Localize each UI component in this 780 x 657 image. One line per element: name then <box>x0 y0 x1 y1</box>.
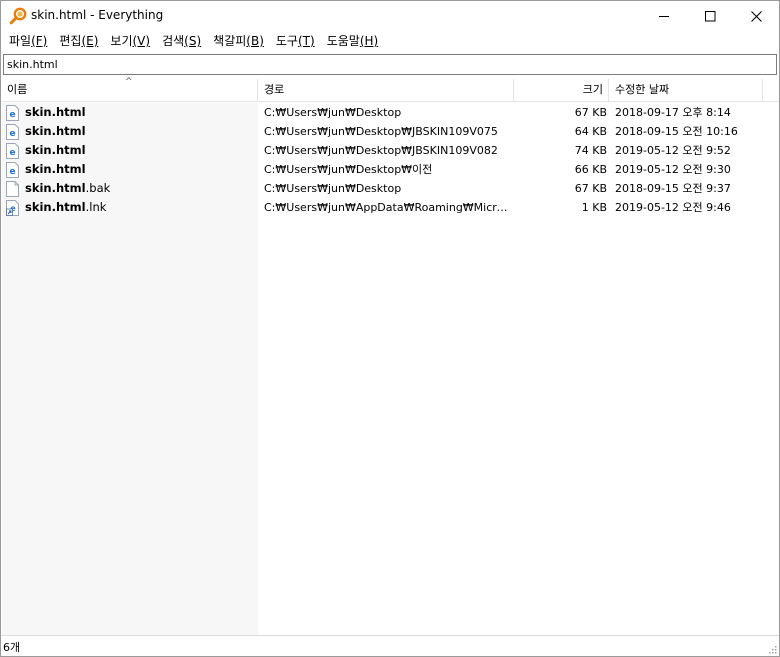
menu-view-label: 보기 <box>110 34 133 48</box>
table-row[interactable]: e skin.html C:₩Users₩jun₩Desktop 67 KB 2… <box>2 103 779 122</box>
results-list[interactable]: e skin.html C:₩Users₩jun₩Desktop 67 KB 2… <box>2 103 779 635</box>
html-file-icon: e <box>6 104 19 121</box>
result-count: 6개 <box>3 641 21 654</box>
file-path-cell: C:₩Users₩jun₩Desktop <box>264 182 402 195</box>
menu-search[interactable]: 검색(S) <box>156 32 207 51</box>
window-title: skin.html - Everything <box>31 8 164 22</box>
menu-edit-key: (E) <box>81 34 99 48</box>
html-file-icon: e <box>6 161 19 178</box>
file-date-cell: 2018-09-17 오후 8:14 <box>615 106 731 119</box>
column-header-size-label: 크기 <box>582 83 603 96</box>
file-name-cell: e skin.html <box>6 141 256 160</box>
file-name-match: skin.html <box>25 105 86 119</box>
menu-file-label: 파일 <box>9 34 32 48</box>
svg-text:e: e <box>9 167 15 177</box>
column-header-path[interactable]: 경로 <box>258 79 514 101</box>
file-date-cell: 2019-05-12 오전 9:52 <box>615 144 731 157</box>
file-path-cell: C:₩Users₩jun₩Desktop₩JBSKIN109V075 <box>264 125 498 138</box>
file-size-cell: 67 KB <box>574 182 607 195</box>
file-name-cell: e skin.html.lnk <box>6 198 256 217</box>
close-button[interactable] <box>733 1 779 31</box>
file-name-match: skin.html <box>25 124 86 138</box>
column-header-date[interactable]: 수정한 날짜 <box>609 79 763 101</box>
svg-text:e: e <box>9 129 15 139</box>
magnifier-app-icon <box>9 7 27 25</box>
menu-tools-label: 도구 <box>275 34 298 48</box>
search-box <box>3 54 777 75</box>
menu-view-key: (V) <box>132 34 151 48</box>
column-header-name-label: 이름 <box>7 83 28 96</box>
svg-text:e: e <box>9 110 15 120</box>
file-name-cell: e skin.html <box>6 160 256 179</box>
search-input[interactable] <box>4 55 776 74</box>
maximize-icon <box>704 10 715 21</box>
column-header-path-label: 경로 <box>264 83 285 96</box>
minimize-icon <box>658 15 669 17</box>
menu-help[interactable]: 도움말(H) <box>321 32 385 51</box>
file-path-cell: C:₩Users₩jun₩AppData₩Roaming₩Microso... <box>264 201 514 214</box>
column-header-date-label: 수정한 날짜 <box>615 83 670 96</box>
file-size-cell: 67 KB <box>574 106 607 119</box>
everything-window: skin.html - Everything 파일(F) 편집(E) 보기(V)… <box>0 0 780 657</box>
file-name-rest: .lnk <box>85 200 107 214</box>
file-size-cell: 64 KB <box>574 125 607 138</box>
table-row[interactable]: e skin.html C:₩Users₩jun₩Desktop₩JBSKIN1… <box>2 122 779 141</box>
file-date-cell: 2018-09-15 오전 9:37 <box>615 182 731 195</box>
menu-tools-key: (T) <box>297 34 315 48</box>
file-name-match: skin.html <box>25 181 86 195</box>
minimize-button[interactable] <box>641 1 687 31</box>
resize-grip-icon[interactable] <box>767 644 777 654</box>
file-size-cell: 74 KB <box>574 144 607 157</box>
close-icon <box>750 10 762 22</box>
svg-text:e: e <box>9 148 15 158</box>
table-row[interactable]: skin.html.bak C:₩Users₩jun₩Desktop 67 KB… <box>2 179 779 198</box>
file-name-cell: skin.html.bak <box>6 179 256 198</box>
menu-file[interactable]: 파일(F) <box>3 32 53 51</box>
column-header-name[interactable]: 이름 ^ <box>2 77 258 101</box>
menu-search-label: 검색 <box>162 34 185 48</box>
menu-help-label: 도움말 <box>326 34 360 48</box>
table-row[interactable]: e skin.html.lnk C:₩Users₩jun₩AppData₩Roa… <box>2 198 779 217</box>
title-bar[interactable]: skin.html - Everything <box>1 1 779 31</box>
menu-bookmarks-label: 책갈피 <box>213 34 247 48</box>
file-name-cell: e skin.html <box>6 122 256 141</box>
file-name-match: skin.html <box>25 200 86 214</box>
file-name-rest: .bak <box>85 181 111 195</box>
column-header: 이름 ^ 경로 크기 수정한 날짜 <box>2 77 779 102</box>
sort-ascending-icon: ^ <box>125 77 133 87</box>
menu-view[interactable]: 보기(V) <box>104 32 156 51</box>
file-size-cell: 1 KB <box>581 201 607 214</box>
menu-help-key: (H) <box>359 34 379 48</box>
menu-search-key: (S) <box>184 34 202 48</box>
file-path-cell: C:₩Users₩jun₩Desktop₩이전 <box>264 163 433 176</box>
file-date-cell: 2018-09-15 오전 10:16 <box>615 125 738 138</box>
html-file-icon: e <box>6 123 19 140</box>
table-row[interactable]: e skin.html C:₩Users₩jun₩Desktop₩JBSKIN1… <box>2 141 779 160</box>
html-file-icon: e <box>6 142 19 159</box>
file-name-match: skin.html <box>25 143 86 157</box>
column-header-size[interactable]: 크기 <box>514 79 609 101</box>
blank-file-icon <box>6 180 19 197</box>
shortcut-file-icon: e <box>6 199 19 216</box>
file-name-match: skin.html <box>25 162 86 176</box>
file-size-cell: 66 KB <box>574 163 607 176</box>
file-path-cell: C:₩Users₩jun₩Desktop <box>264 106 402 119</box>
menu-file-key: (F) <box>31 34 48 48</box>
table-row[interactable]: e skin.html C:₩Users₩jun₩Desktop₩이전 66 K… <box>2 160 779 179</box>
maximize-button[interactable] <box>687 1 733 31</box>
menu-edit-label: 편집 <box>59 34 82 48</box>
menu-bar: 파일(F) 편집(E) 보기(V) 검색(S) 책갈피(B) 도구(T) 도움말… <box>1 31 779 52</box>
menu-tools[interactable]: 도구(T) <box>270 32 321 51</box>
menu-bookmarks[interactable]: 책갈피(B) <box>207 32 270 51</box>
status-bar: 6개 <box>1 635 779 656</box>
file-name-cell: e skin.html <box>6 103 256 122</box>
menu-edit[interactable]: 편집(E) <box>53 32 104 51</box>
file-path-cell: C:₩Users₩jun₩Desktop₩JBSKIN109V082 <box>264 144 498 157</box>
file-date-cell: 2019-05-12 오전 9:30 <box>615 163 731 176</box>
menu-bookmarks-key: (B) <box>246 34 264 48</box>
file-date-cell: 2019-05-12 오전 9:46 <box>615 201 731 214</box>
